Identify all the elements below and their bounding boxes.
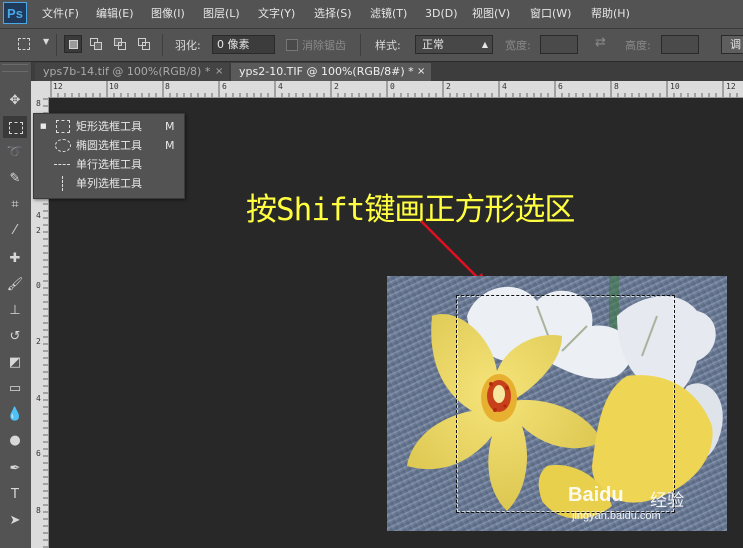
watermark-brand: Baidu bbox=[568, 484, 624, 506]
watermark: Baidu 经验 jingyan.baidu.com bbox=[560, 484, 710, 524]
watermark-url: jingyan.baidu.com bbox=[572, 510, 661, 522]
watermark-subtitle: 经验 bbox=[650, 491, 684, 511]
square-selection-marquee[interactable] bbox=[456, 295, 675, 513]
